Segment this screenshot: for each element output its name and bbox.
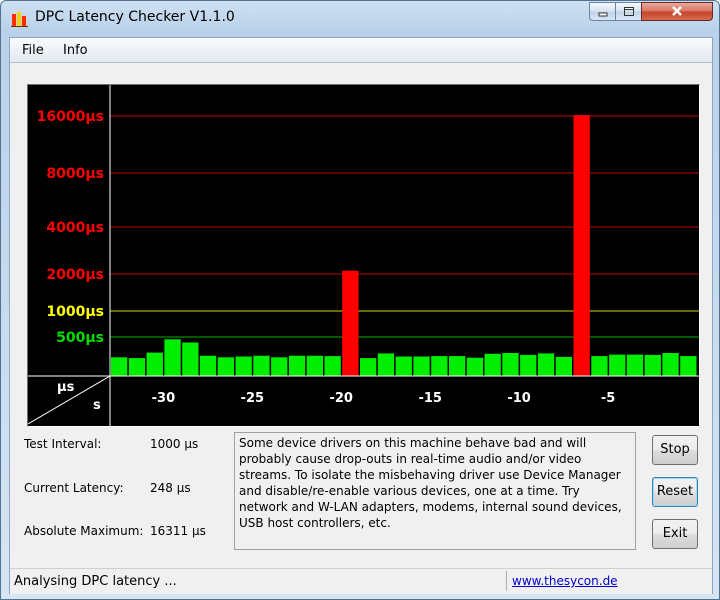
latency-bar — [182, 342, 199, 376]
latency-bar — [626, 354, 644, 376]
latency-bar — [111, 357, 128, 376]
close-icon — [672, 6, 682, 16]
latency-bar — [306, 355, 323, 376]
latency-bar — [342, 270, 359, 376]
minimize-icon — [598, 12, 607, 17]
y-tick-label: 4000µs — [46, 220, 104, 236]
latency-bar — [217, 357, 234, 376]
test-interval-label: Test Interval: — [24, 437, 102, 451]
latency-bar — [395, 356, 412, 376]
status-bar: Analysing DPC latency ... www.thesycon.d… — [10, 568, 712, 594]
latency-bar — [573, 115, 590, 376]
menu-file[interactable]: File — [22, 43, 44, 58]
latency-bar — [324, 356, 341, 376]
message-box: Some device drivers on this machine beha… — [234, 432, 636, 550]
latency-bar — [199, 355, 217, 376]
x-tick-label: -20 — [329, 391, 353, 406]
y-tick-label: 500µs — [56, 330, 104, 346]
maximize-button[interactable] — [615, 2, 642, 21]
latency-bar — [609, 354, 626, 376]
latency-bar — [253, 355, 270, 376]
latency-chart-svg: 16000µs 8000µs 4000µs 2000µs 1000µs 500µs -30… — [28, 85, 699, 426]
y-tick-label: 1000µs — [46, 304, 104, 320]
latency-bar — [235, 356, 252, 376]
title-bar[interactable]: DPC Latency Checker V1.1.0 — [1, 1, 719, 35]
latency-bar — [644, 354, 661, 376]
latency-bar — [591, 356, 608, 376]
latency-bar — [449, 356, 466, 376]
latency-bar — [520, 354, 537, 376]
latency-bar — [128, 358, 146, 376]
status-text: Analysing DPC latency ... — [14, 574, 177, 589]
x-tick-label: -10 — [507, 391, 531, 406]
latency-bar — [537, 353, 555, 376]
y-tick-label: 16000µs — [37, 109, 104, 125]
latency-bar — [502, 353, 519, 376]
app-icon — [11, 12, 28, 27]
latency-bar — [164, 339, 181, 376]
website-link[interactable]: www.thesycon.de — [512, 574, 618, 588]
minimize-button[interactable] — [589, 2, 616, 21]
latency-bar — [484, 353, 501, 376]
x-tick-label: -30 — [152, 391, 176, 406]
test-interval-value: 1000 µs — [150, 437, 199, 451]
absolute-maximum-label: Absolute Maximum: — [24, 524, 144, 538]
stop-button[interactable]: Stop — [652, 435, 698, 465]
y-tick-label: 2000µs — [46, 267, 104, 283]
exit-button[interactable]: Exit — [652, 519, 698, 549]
latency-bar — [466, 357, 484, 376]
latency-bar — [413, 356, 430, 376]
app-window: DPC Latency Checker V1.1.0 File Info 160… — [0, 0, 720, 600]
x-tick-label: -5 — [601, 391, 615, 406]
y-unit-label: µs — [57, 380, 75, 395]
latency-bar — [288, 355, 306, 376]
current-latency-label: Current Latency: — [24, 481, 124, 495]
x-unit-label: s — [93, 398, 101, 413]
close-button[interactable] — [641, 2, 713, 21]
reset-button[interactable]: Reset — [652, 477, 698, 507]
x-tick-label: -25 — [241, 391, 264, 406]
window-title: DPC Latency Checker V1.1.0 — [35, 9, 235, 25]
latency-bar — [555, 356, 572, 376]
latency-bar — [680, 356, 697, 376]
menu-info[interactable]: Info — [63, 43, 88, 58]
latency-chart: 16000µs 8000µs 4000µs 2000µs 1000µs 500µs -30… — [27, 84, 700, 427]
latency-bar — [377, 353, 395, 376]
maximize-icon — [623, 7, 634, 16]
latency-bar — [271, 357, 288, 376]
absolute-maximum-value: 16311 µs — [150, 524, 206, 538]
latency-bar — [146, 352, 163, 376]
latency-bar — [662, 353, 679, 376]
current-latency-value: 248 µs — [150, 481, 191, 495]
status-divider — [506, 571, 507, 591]
y-tick-label: 8000µs — [46, 166, 104, 182]
client-area: File Info 16000µs 8000µs 4000µs 2000µs 1000µ… — [9, 37, 713, 594]
menu-bar: File Info — [10, 38, 712, 63]
latency-bar — [360, 358, 377, 376]
latency-bar — [431, 356, 448, 376]
x-tick-label: -15 — [418, 391, 442, 406]
